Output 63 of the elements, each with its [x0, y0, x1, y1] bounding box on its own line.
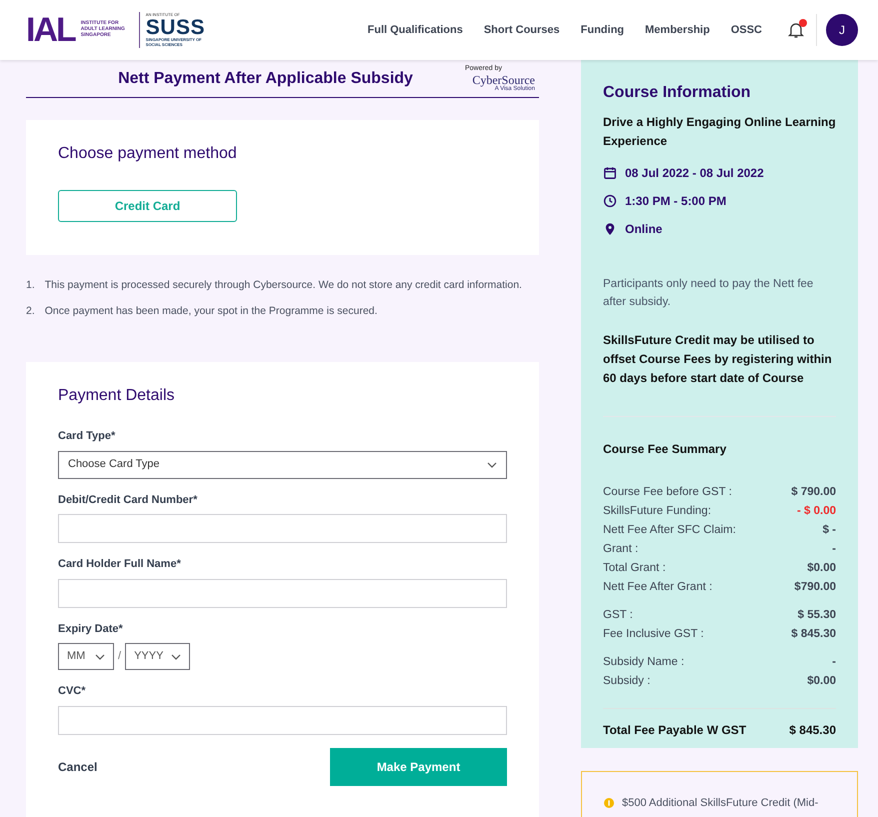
fee-label: Nett Fee After SFC Claim:: [603, 523, 736, 538]
fee-value: -: [832, 655, 836, 670]
input-field[interactable]: [58, 514, 507, 543]
field-label: Card Holder Full Name*: [58, 557, 182, 572]
section-heading: Payment Details: [58, 386, 176, 406]
nav-link[interactable]: Short Courses: [484, 22, 560, 38]
year-select[interactable]: YYYY: [125, 643, 190, 670]
field-label: Expiry Date*: [58, 622, 124, 636]
notification-bell-icon[interactable]: [788, 21, 804, 39]
fee-value: $ 55.30: [798, 608, 836, 623]
fee-note: Participants only need to pay the Nett fee after subsidy.: [603, 277, 814, 310]
field-label: Card Type*: [58, 429, 116, 444]
fee-value: $0.00: [807, 561, 836, 576]
info-icon: [604, 798, 614, 808]
user-avatar[interactable]: J: [826, 14, 858, 46]
course-detail: Online: [625, 221, 662, 238]
fee-value: -: [832, 542, 836, 557]
fee-label: Course Fee before GST :: [603, 485, 732, 500]
skillsfuture-note: SkillsFuture Credit may be utilised to offset Course Fees by registering within 60 days before start date of Course: [603, 332, 833, 387]
fee-label: Fee Inclusive GST :: [603, 627, 704, 642]
nav-link[interactable]: OSSC: [730, 22, 762, 38]
calendar-icon: [603, 166, 617, 180]
fee-label: Subsidy Name :: [603, 655, 684, 670]
fee-label: Grant :: [603, 542, 638, 557]
fee-value: $790.00: [794, 580, 836, 595]
cancel-button[interactable]: Cancel: [58, 758, 98, 776]
course-detail: 08 Jul 2022 - 08 Jul 2022: [625, 165, 764, 182]
field-label: CVC*: [58, 684, 87, 699]
nav-link[interactable]: Full Qualifications: [368, 22, 463, 38]
card-type-select[interactable]: Choose Card Type: [58, 450, 507, 478]
course-detail: 1:30 PM - 5:00 PM: [625, 193, 726, 210]
fee-value: - $ 0.00: [797, 504, 836, 519]
panel-heading: Course Information: [603, 83, 752, 103]
input-field[interactable]: [58, 706, 507, 734]
summary-heading: Course Fee Summary: [603, 441, 728, 458]
fee-label: SkillsFuture Funding:: [603, 504, 712, 519]
notice-text: $500 Additional SkillsFuture Credit (Mid-: [622, 796, 818, 811]
fee-value: $ 790.00: [791, 485, 836, 500]
location-pin-icon: [603, 222, 617, 236]
input-field[interactable]: [58, 578, 507, 608]
fee-label: Nett Fee After Grant :: [603, 580, 712, 595]
fee-label: Total Grant :: [603, 561, 666, 576]
date-separator: /: [118, 649, 122, 664]
chevron-down-icon: [487, 462, 497, 468]
note-text: 2. Once payment has been made, your spot in the Programme is secured.: [26, 304, 378, 319]
month-select[interactable]: MM: [58, 643, 114, 670]
fee-value: $ -: [822, 523, 836, 538]
chevron-down-icon: [95, 654, 105, 660]
fee-value: $ 845.30: [791, 627, 836, 642]
chevron-down-icon: [171, 654, 182, 660]
note-text: 1. This payment is processed securely through Cybersource. We do not store any credit card information.: [26, 278, 523, 293]
field-label: Debit/Credit Card Number*: [58, 492, 198, 508]
fee-label: Subsidy :: [603, 674, 650, 689]
fee-value: $0.00: [807, 674, 836, 689]
nav-link[interactable]: Funding: [580, 22, 624, 38]
page-title: Nett Payment After Applicable Subsidy: [117, 68, 414, 88]
clock-icon: [603, 194, 617, 208]
section-heading: Choose payment method: [58, 144, 238, 164]
nav-link[interactable]: Membership: [645, 22, 710, 38]
total-value: $ 845.30: [789, 722, 836, 739]
fee-label: GST :: [603, 608, 633, 623]
total-label: Total Fee Payable W GST: [603, 722, 746, 739]
course-title: Drive a Highly Engaging Online Learning Experience: [603, 114, 836, 150]
